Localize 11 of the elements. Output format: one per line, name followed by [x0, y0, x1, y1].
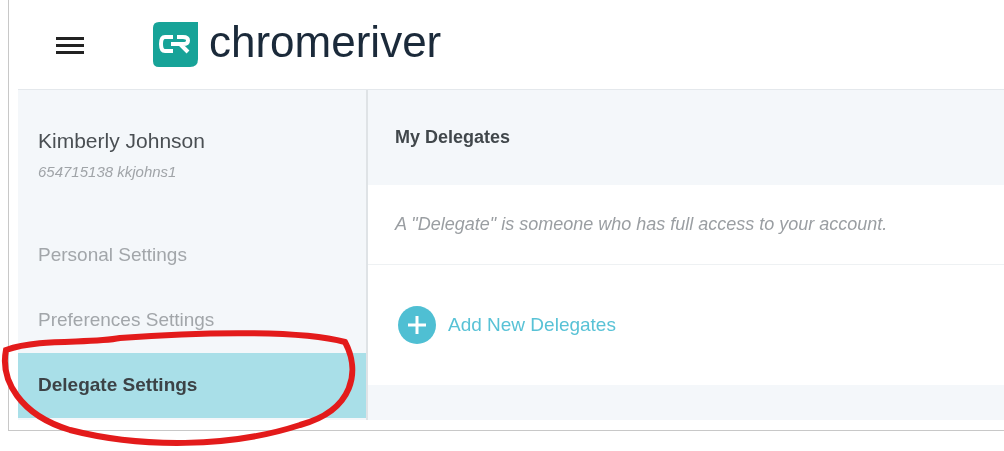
logo-text: chromeriver	[209, 19, 442, 68]
description-text: A "Delegate" is someone who has full access to your account.	[395, 213, 888, 236]
sidebar-item[interactable]: Delegate Settings	[18, 353, 366, 418]
user-name: Kimberly Johnson	[38, 128, 206, 154]
logo-icon	[153, 22, 198, 67]
section-title: My Delegates	[395, 126, 511, 149]
user-id: 654715138 kkjohns1	[38, 161, 178, 182]
sidebar-item[interactable]: Personal Settings	[18, 223, 366, 288]
menu-icon[interactable]	[56, 34, 84, 55]
sidebar-item[interactable]: Preferences Settings	[18, 288, 366, 353]
add-delegates-link[interactable]: Add New Delegates	[448, 310, 616, 340]
